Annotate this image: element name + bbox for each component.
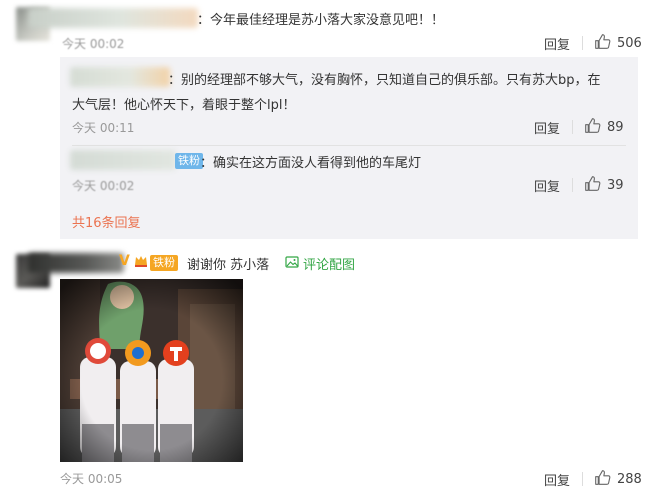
vip-icon: V bbox=[119, 253, 130, 269]
reply-button[interactable]: 回复 bbox=[544, 34, 570, 53]
comment-image-link[interactable]: 评论配图 bbox=[285, 254, 355, 273]
reply-text: ：确实在这方面没人看得到他的车尾灯 bbox=[200, 156, 422, 171]
username[interactable] bbox=[28, 8, 198, 28]
like-count: 506 bbox=[617, 36, 642, 51]
fan-badge: 铁粉 bbox=[175, 153, 203, 169]
thumbs-up-icon bbox=[584, 175, 601, 196]
thumbs-up-icon bbox=[594, 33, 611, 54]
like-button[interactable]: 89 bbox=[584, 117, 624, 138]
comment-text: 谢谢你 苏小落 bbox=[187, 258, 270, 273]
reply-button[interactable]: 回复 bbox=[534, 118, 560, 137]
crown-icon bbox=[134, 254, 148, 268]
divider bbox=[72, 145, 626, 146]
comment-time: 今天 00:02 bbox=[62, 37, 125, 51]
reply-text-line2: 大气层！他心怀天下，着眼于整个lpl！ bbox=[72, 98, 296, 113]
thumbs-up-icon bbox=[584, 117, 601, 138]
like-button[interactable]: 39 bbox=[584, 175, 624, 196]
reply-username[interactable] bbox=[70, 67, 170, 87]
reply-username[interactable] bbox=[70, 150, 176, 170]
divider bbox=[572, 120, 573, 134]
thumbs-up-icon bbox=[594, 469, 611, 489]
image-icon bbox=[285, 255, 303, 273]
like-count: 288 bbox=[617, 472, 642, 487]
fan-badge: 铁粉 bbox=[150, 255, 178, 271]
like-button[interactable]: 288 bbox=[594, 469, 642, 489]
comment-time: 今天 00:05 bbox=[60, 472, 123, 486]
comment-image[interactable] bbox=[60, 279, 243, 462]
like-count: 39 bbox=[607, 178, 624, 193]
like-button[interactable]: 506 bbox=[594, 33, 642, 54]
divider bbox=[582, 36, 583, 50]
reply-button[interactable]: 回复 bbox=[534, 176, 560, 195]
divider bbox=[572, 178, 573, 192]
more-replies-link[interactable]: 共16条回复 bbox=[72, 212, 141, 231]
divider bbox=[582, 472, 583, 486]
reply-button[interactable]: 回复 bbox=[544, 470, 570, 489]
reply-text-line1: ：别的经理部不够大气，没有胸怀，只知道自己的俱乐部。只有苏大bp，在 bbox=[168, 73, 601, 88]
reply-time: 今天 00:02 bbox=[72, 179, 135, 193]
comment-image-link-label: 评论配图 bbox=[303, 258, 356, 273]
like-count: 89 bbox=[607, 120, 624, 135]
comment-text: ：今年最佳经理是苏小落大家没意见吧！！ bbox=[197, 13, 445, 28]
username[interactable] bbox=[28, 253, 124, 273]
reply-time: 今天 00:11 bbox=[72, 121, 135, 135]
